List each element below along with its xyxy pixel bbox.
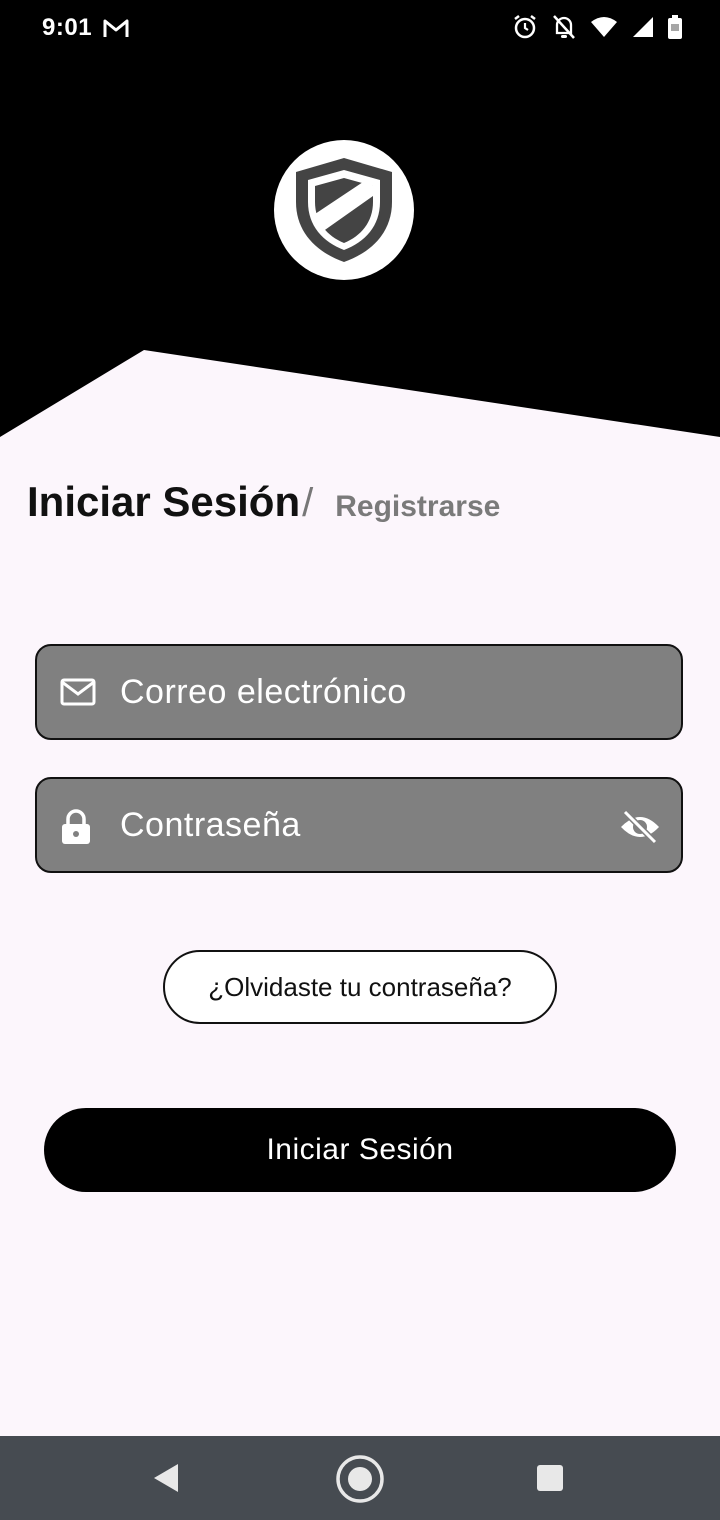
visibility-off-icon[interactable] — [619, 809, 661, 850]
gmail-icon — [103, 19, 129, 37]
email-placeholder: Correo electrónico — [120, 673, 407, 711]
mail-icon — [59, 676, 97, 713]
back-icon[interactable] — [150, 1462, 182, 1499]
lock-icon — [59, 809, 93, 850]
status-icons — [512, 14, 682, 45]
navigation-bar — [0, 1436, 720, 1520]
password-field[interactable]: Contraseña — [35, 777, 683, 873]
app-logo — [274, 140, 414, 280]
status-bar: 9:01 — [0, 0, 720, 56]
status-time: 9:01 — [42, 14, 93, 41]
notifications-off-icon — [552, 14, 576, 45]
home-icon[interactable] — [335, 1454, 385, 1509]
battery-icon — [668, 15, 682, 44]
login-button[interactable]: Iniciar Sesión — [44, 1108, 676, 1192]
password-placeholder: Contraseña — [120, 806, 301, 844]
auth-tabs: Iniciar Sesión / Registrarse — [27, 478, 500, 526]
register-tab[interactable]: Registrarse — [335, 490, 500, 524]
tab-separator: / — [302, 481, 314, 525]
login-tab[interactable]: Iniciar Sesión — [27, 478, 300, 526]
alarm-icon — [512, 14, 538, 45]
shield-icon — [296, 158, 392, 262]
recents-icon[interactable] — [536, 1464, 564, 1497]
wifi-icon — [590, 16, 618, 43]
forgot-password-button[interactable]: ¿Olvidaste tu contraseña? — [163, 950, 557, 1024]
email-field[interactable]: Correo electrónico — [35, 644, 683, 740]
signal-icon — [632, 16, 654, 43]
